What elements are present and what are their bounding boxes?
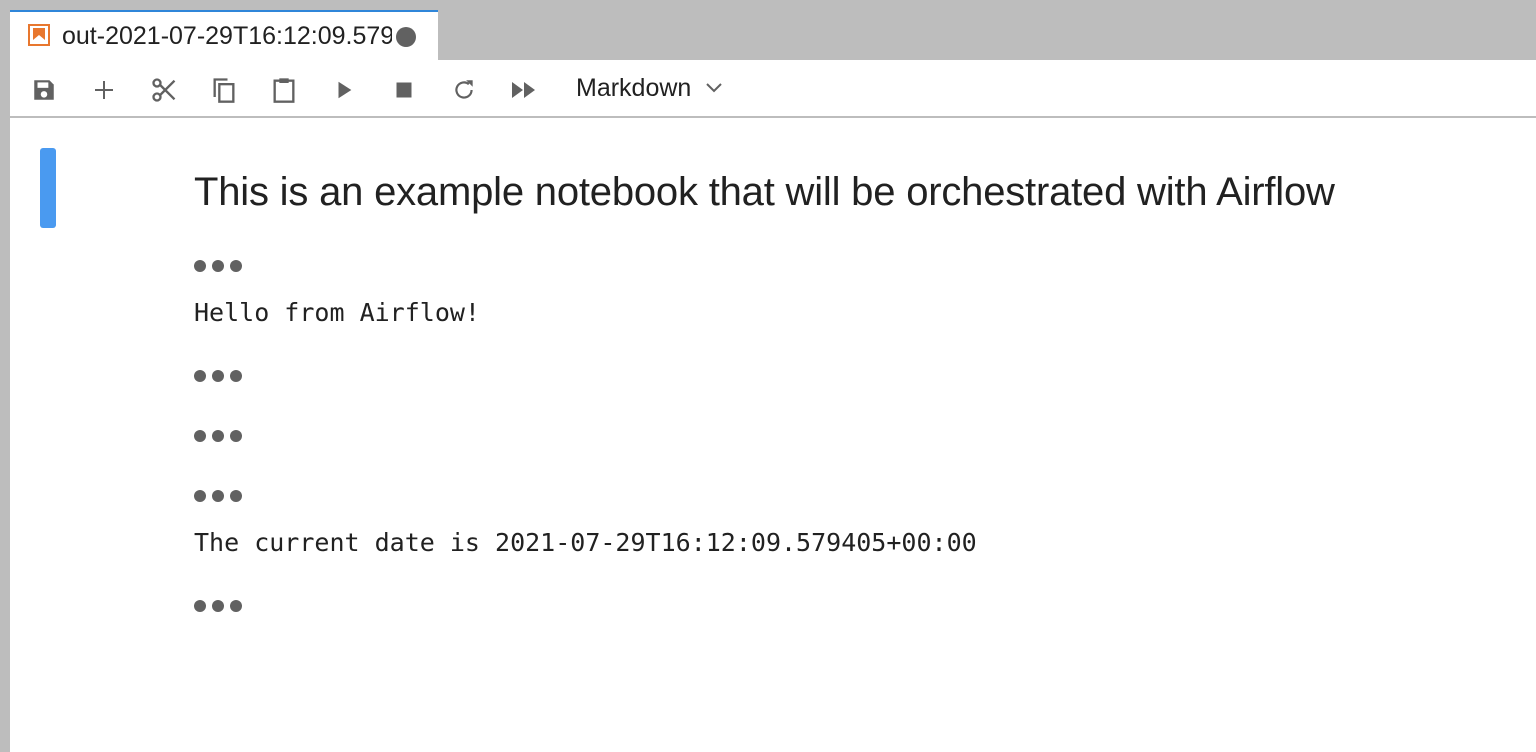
copy-icon <box>213 78 235 103</box>
scissors-icon <box>152 78 176 102</box>
play-icon <box>338 81 352 99</box>
save-icon <box>34 80 54 100</box>
notebook-toolbar: Markdown <box>10 60 1536 118</box>
copy-cell-button[interactable] <box>206 72 242 108</box>
cell-type-dropdown[interactable]: Markdown <box>576 70 723 106</box>
plus-icon <box>95 81 113 99</box>
cell-type-label: Markdown <box>576 73 692 102</box>
active-cell-indicator[interactable] <box>40 148 56 228</box>
output-date: The current date is 2021-07-29T16:12:09.… <box>194 528 977 557</box>
collapsed-cell-ellipsis-5[interactable] <box>194 599 244 613</box>
refresh-icon <box>455 80 473 99</box>
tab-bar: out-2021-07-29T16:12:09.579405 <box>10 0 1536 60</box>
insert-cell-button[interactable] <box>86 72 122 108</box>
fast-forward-icon <box>512 82 535 98</box>
output-hello: Hello from Airflow! <box>194 298 480 327</box>
collapsed-cell-ellipsis-2[interactable] <box>194 369 244 383</box>
markdown-heading: This is an example notebook that will be… <box>194 170 1335 214</box>
notebook-panel: This is an example notebook that will be… <box>10 118 1536 752</box>
interrupt-kernel-button[interactable] <box>386 72 422 108</box>
tab-title: out-2021-07-29T16:12:09.579405 <box>62 22 392 50</box>
chevron-down-icon <box>706 83 723 93</box>
notebook-app: out-2021-07-29T16:12:09.579405 <box>10 0 1536 752</box>
paste-cell-button[interactable] <box>266 72 302 108</box>
cut-cell-button[interactable] <box>146 72 182 108</box>
notebook-tab[interactable]: out-2021-07-29T16:12:09.579405 <box>10 10 438 60</box>
notebook-icon <box>28 24 50 46</box>
collapsed-cell-ellipsis-4[interactable] <box>194 489 244 503</box>
unsaved-indicator-icon[interactable] <box>396 27 416 47</box>
restart-kernel-button[interactable] <box>446 72 482 108</box>
collapsed-cell-ellipsis-1[interactable] <box>194 259 244 273</box>
stop-icon <box>396 82 412 98</box>
collapsed-cell-ellipsis-3[interactable] <box>194 429 244 443</box>
save-button[interactable] <box>26 72 62 108</box>
clipboard-icon <box>273 78 295 103</box>
run-cell-button[interactable] <box>326 72 362 108</box>
run-all-button[interactable] <box>506 72 542 108</box>
